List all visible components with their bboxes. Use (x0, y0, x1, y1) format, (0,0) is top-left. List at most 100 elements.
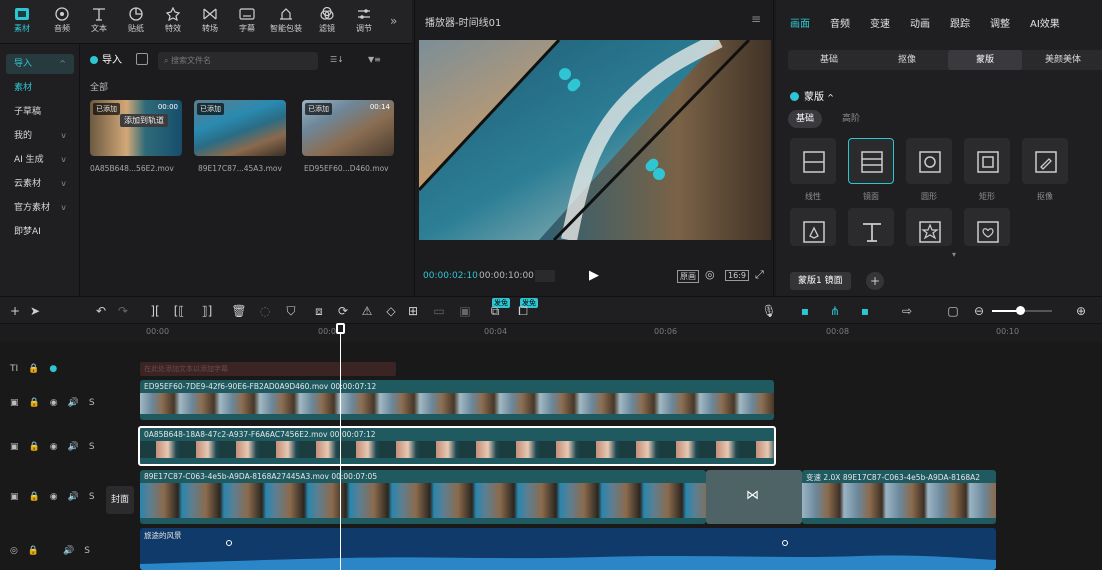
segment-advanced[interactable]: 高阶 (834, 110, 868, 128)
beat-marker[interactable] (782, 540, 788, 546)
split-icon[interactable]: ][ (146, 302, 164, 320)
transition-block[interactable]: ⋈ (706, 470, 802, 524)
crop-frame-icon[interactable]: ⊞ (404, 302, 422, 320)
toolbar-text-button[interactable]: 文本 (81, 5, 117, 41)
mask-cutout[interactable] (1022, 138, 1068, 184)
split-left-icon[interactable]: [⟦ (170, 302, 188, 320)
sidebar-item-subdraft[interactable]: 子草稿 (6, 102, 74, 122)
eye-icon[interactable]: ◉ (50, 442, 58, 452)
video-clip-2-selected[interactable]: 0A85B648-18A8-47c2-A937-F6A6AC7456E2.mov… (138, 426, 776, 466)
mask-heart[interactable] (964, 208, 1010, 246)
toolbar-filter-button[interactable]: 滤镜 (309, 5, 345, 41)
snap-icon[interactable]: ⋔ (826, 302, 844, 320)
timeline-ruler[interactable]: 00:00 00:02 00:04 00:06 00:08 00:10 (0, 324, 1102, 342)
ai-cutout-icon[interactable]: ⧠ (514, 302, 532, 320)
mask-star[interactable] (906, 208, 952, 246)
undo-icon[interactable]: ↶ (92, 302, 110, 320)
zoom-slider[interactable] (992, 306, 1052, 315)
ai-tool-icon[interactable]: ⧉ (486, 302, 504, 320)
play-button[interactable]: ▶ (589, 268, 599, 283)
toolbar-media-button[interactable]: 素材 (4, 5, 40, 41)
delete-icon[interactable]: 🗑 (230, 302, 248, 320)
mask-rectangle[interactable] (964, 138, 1010, 184)
media-thumb-3[interactable]: 已添加 00:14 (302, 100, 394, 156)
mask-mirror[interactable] (848, 138, 894, 184)
caption-toggle-icon[interactable]: ▢ (944, 302, 962, 320)
tab-animation[interactable]: 动画 (910, 15, 930, 30)
filter-button[interactable]: ▼≡ (368, 55, 381, 64)
grid-view-icon[interactable] (136, 53, 148, 65)
sidebar-item-material[interactable]: 素材 (6, 78, 74, 98)
subtab-beauty[interactable]: 美颜美体 (1026, 50, 1100, 70)
tab-ai-effects[interactable]: AI效果 (1030, 15, 1060, 30)
cover-button[interactable]: 封面 (106, 486, 134, 514)
crop-icon[interactable]: ⧈ (310, 302, 328, 320)
eye-icon[interactable]: ● (49, 364, 57, 374)
link-main-track-icon[interactable]: ▪ (796, 302, 814, 320)
toolbar-smart-package-button[interactable]: 智能包装 (268, 5, 304, 41)
chevron-down-icon[interactable]: ▾ (952, 250, 956, 259)
microphone-icon[interactable]: 🎙 (760, 302, 778, 320)
split-right-icon[interactable]: ⟧] (198, 302, 216, 320)
sidebar-item-official[interactable]: 官方素材 v (6, 198, 74, 218)
freeze-icon[interactable]: ◌ (256, 302, 274, 320)
sort-button[interactable]: ☰↓ (330, 55, 344, 64)
import-button[interactable]: 导入 (90, 52, 122, 70)
toolbar-sticker-button[interactable]: 贴纸 (118, 5, 154, 41)
redo-icon[interactable]: ↷ (114, 302, 132, 320)
video-clip-main[interactable]: 89E17C87-C063-4e5b-A9DA-8168A27445A3.mov… (140, 470, 706, 524)
tab-speed[interactable]: 变速 (870, 15, 890, 30)
preview-canvas[interactable] (419, 40, 771, 240)
zoom-out-icon[interactable]: ⊖ (970, 302, 988, 320)
mask-preset-button[interactable]: 蒙版1 镜面 (790, 272, 851, 290)
video-clip-1[interactable]: ED95EF60-7DE9-42f6-90E6-FB2AD0A9D460.mov… (140, 380, 774, 420)
zoom-in-icon[interactable]: ⊕ (1072, 302, 1090, 320)
lock-icon[interactable]: 🔒 (29, 442, 40, 452)
mask-linear[interactable] (790, 138, 836, 184)
mask-text[interactable] (848, 208, 894, 246)
tab-tracking[interactable]: 跟踪 (950, 15, 970, 30)
sidebar-item-jimeng-ai[interactable]: 即梦AI (6, 222, 74, 242)
checkbox-icon[interactable] (790, 92, 799, 101)
search-input[interactable]: ⌕ 搜索文件名 (158, 52, 318, 70)
ai-expand-icon[interactable]: ▣ (456, 302, 474, 320)
toolbar-effects-button[interactable]: 特效 (155, 5, 191, 41)
toolbar-adjust-button[interactable]: 调节 (346, 5, 382, 41)
media-thumb-2[interactable]: 已添加 (194, 100, 286, 156)
audio-clip[interactable]: 旅途的风景 (140, 528, 996, 570)
playhead-handle[interactable] (336, 323, 345, 334)
sidebar-item-mine[interactable]: 我的 v (6, 126, 74, 146)
tab-adjust[interactable]: 调整 (990, 15, 1010, 30)
media-thumb-1[interactable]: 已添加 00:00 添加到轨道 (90, 100, 182, 156)
mirror-icon[interactable]: ⚠ (358, 302, 376, 320)
original-quality-button[interactable]: 原画 (677, 270, 699, 283)
marker-icon[interactable]: ⛉ (282, 302, 300, 320)
lock-icon[interactable]: 🔒 (28, 546, 39, 556)
fullscreen-icon[interactable]: ⤢ (755, 268, 764, 282)
lock-icon[interactable]: 🔒 (28, 364, 39, 374)
subtab-basic[interactable]: 基础 (792, 50, 866, 70)
sidebar-item-ai-generate[interactable]: AI 生成 v (6, 150, 74, 170)
sidebar-item-cloud[interactable]: 云素材 v (6, 174, 74, 194)
volume-icon[interactable]: 🔊 (68, 398, 79, 408)
reverse-icon[interactable]: ⟳ (334, 302, 352, 320)
tab-picture[interactable]: 画面 (790, 15, 810, 30)
playhead[interactable] (340, 324, 341, 570)
sidebar-item-import[interactable]: 导入 ^ (6, 54, 74, 74)
aspect-ratio-button[interactable]: 16:9 (725, 270, 749, 281)
tab-audio[interactable]: 音频 (830, 15, 850, 30)
lock-icon[interactable]: 🔒 (29, 398, 40, 408)
mask-section-header[interactable]: 蒙版 ^ (790, 88, 834, 103)
toolbar-transition-button[interactable]: 转场 (192, 5, 228, 41)
add-track-icon[interactable]: + (6, 302, 24, 320)
beat-marker[interactable] (226, 540, 232, 546)
volume-icon[interactable]: 🔊 (63, 546, 74, 556)
zoom-fit-icon[interactable]: ◎ (705, 268, 715, 281)
mask-pen[interactable] (790, 208, 836, 246)
eye-icon[interactable]: ◉ (50, 398, 58, 408)
all-filter-label[interactable]: 全部 (90, 80, 108, 93)
toolbar-audio-button[interactable]: 音频 (44, 5, 80, 41)
picture-in-picture-icon[interactable]: ▭ (430, 302, 448, 320)
subtab-cutout[interactable]: 抠像 (870, 50, 944, 70)
mask-circle[interactable] (906, 138, 952, 184)
